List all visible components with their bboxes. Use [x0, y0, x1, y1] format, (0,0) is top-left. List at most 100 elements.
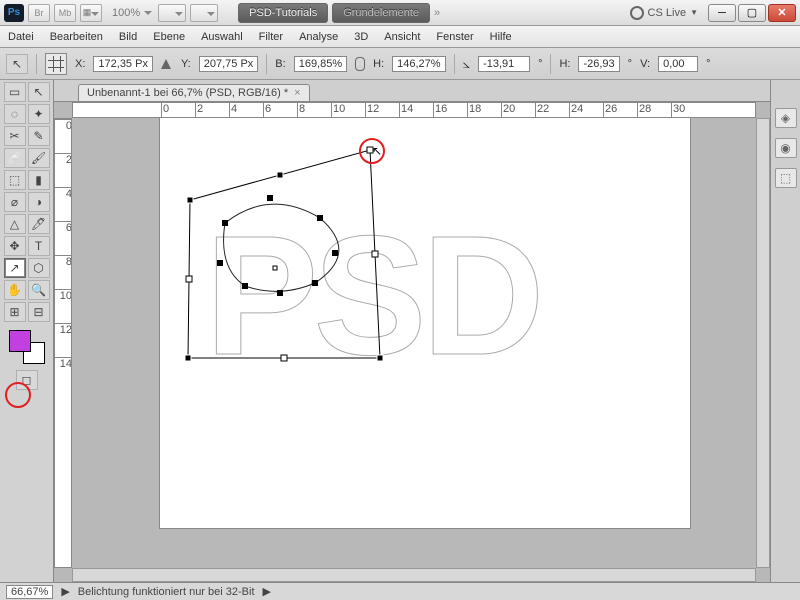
tool-8[interactable]: ⬚ — [4, 170, 26, 190]
highlight-circle-toolbox — [5, 382, 31, 408]
v-field[interactable]: 0,00 — [658, 56, 698, 72]
tool-6[interactable]: 🩹 — [4, 148, 26, 168]
options-bar: ↖ X: 172,35 Px Y: 207,75 Px B: 169,85% H… — [0, 48, 800, 80]
layers-panel-icon[interactable]: ◈ — [775, 108, 797, 128]
workspace-tab-psd[interactable]: PSD-Tutorials — [238, 3, 328, 23]
screenmode-dropdown[interactable] — [190, 4, 218, 22]
handle[interactable] — [281, 355, 288, 362]
angle-field[interactable]: -13,91 — [478, 56, 530, 72]
tool-3[interactable]: ✦ — [28, 104, 50, 124]
scrollbar-horizontal[interactable] — [72, 568, 756, 582]
menu-filter[interactable]: Filter — [259, 31, 283, 43]
menu-bar: Datei Bearbeiten Bild Ebene Auswahl Filt… — [0, 26, 800, 48]
v-label: V: — [640, 58, 650, 70]
w-field[interactable]: 169,85% — [294, 56, 347, 72]
ruler-vertical[interactable]: 02468101214 — [54, 118, 72, 568]
tool-13[interactable]: 🖊 — [28, 214, 50, 234]
channels-panel-icon[interactable]: ◉ — [775, 138, 797, 158]
menu-hilfe[interactable]: Hilfe — [490, 31, 512, 43]
anchor[interactable] — [222, 220, 228, 226]
tool-10[interactable]: ⌀ — [4, 192, 26, 212]
anchor[interactable] — [267, 195, 273, 201]
handle[interactable] — [187, 197, 194, 204]
menu-bild[interactable]: Bild — [119, 31, 137, 43]
h-field[interactable]: 146,27% — [392, 56, 445, 72]
anchor[interactable] — [217, 260, 223, 266]
arrange-dropdown[interactable] — [158, 4, 186, 22]
tool-2[interactable]: ◌ — [4, 104, 26, 124]
path-overlay — [160, 118, 690, 528]
status-message: Belichtung funktioniert nur bei 32-Bit — [78, 586, 255, 598]
tool-0[interactable]: ▭ — [4, 82, 26, 102]
anchor[interactable] — [317, 215, 323, 221]
maximize-button[interactable]: ▢ — [738, 4, 766, 22]
zoom-field[interactable]: 66,67% — [6, 585, 53, 599]
anchor[interactable] — [242, 283, 248, 289]
tool-18[interactable]: ✋ — [4, 280, 26, 300]
zoom-dropdown[interactable]: 100% — [106, 4, 154, 22]
h2-field[interactable]: -26,93 — [578, 56, 619, 72]
menu-fenster[interactable]: Fenster — [436, 31, 473, 43]
close-tab-icon[interactable]: × — [294, 87, 300, 99]
handle[interactable] — [372, 251, 379, 258]
tool-9[interactable]: ▮ — [28, 170, 50, 190]
color-swatches[interactable] — [9, 330, 45, 364]
handle[interactable] — [377, 355, 384, 362]
workspace-more[interactable]: » — [434, 7, 440, 19]
y-field[interactable]: 207,75 Px — [199, 56, 259, 72]
reference-point-icon[interactable] — [45, 53, 67, 75]
minibridge-button[interactable]: Mb — [54, 4, 76, 22]
view-mode-dropdown[interactable]: ▦ — [80, 4, 102, 22]
tool-4[interactable]: ✂ — [4, 126, 26, 146]
workspace-tab-grundelemente[interactable]: Grundelemente — [332, 3, 430, 23]
document-tab[interactable]: Unbenannt-1 bei 66,7% (PSD, RGB/16) * × — [78, 84, 310, 101]
anchor[interactable] — [312, 280, 318, 286]
tool-17[interactable]: ⬡ — [28, 258, 50, 278]
x-label: X: — [75, 58, 85, 70]
center-pivot[interactable] — [273, 266, 278, 271]
menu-ebene[interactable]: Ebene — [153, 31, 185, 43]
menu-datei[interactable]: Datei — [8, 31, 34, 43]
tool-21[interactable]: ⊟ — [28, 302, 50, 322]
handle[interactable] — [186, 276, 193, 283]
handle[interactable] — [185, 355, 192, 362]
anchor[interactable] — [332, 250, 338, 256]
scrollbar-vertical[interactable] — [756, 118, 770, 568]
menu-3d[interactable]: 3D — [354, 31, 368, 43]
canvas-viewport[interactable]: PSD — [72, 118, 756, 568]
canvas[interactable]: PSD — [160, 118, 690, 528]
cs-live[interactable]: CS Live ▼ — [630, 6, 698, 20]
anchor[interactable] — [277, 290, 283, 296]
x-field[interactable]: 172,35 Px — [93, 56, 153, 72]
toolbox: ▭↖◌✦✂✎🩹🖌⬚▮⌀◑△🖊✥T↗⬡✋🔍⊞⊟ ◻ — [0, 80, 54, 582]
foreground-color[interactable] — [9, 330, 31, 352]
paths-panel-icon[interactable]: ⬚ — [775, 168, 797, 188]
status-play-icon[interactable]: ▶ — [61, 585, 69, 598]
handle[interactable] — [277, 172, 284, 179]
deg3: ° — [706, 58, 710, 70]
tool-11[interactable]: ◑ — [28, 192, 50, 212]
menu-analyse[interactable]: Analyse — [299, 31, 338, 43]
status-arrow-icon[interactable]: ▶ — [263, 585, 271, 598]
tool-19[interactable]: 🔍 — [28, 280, 50, 300]
tool-15[interactable]: T — [28, 236, 50, 256]
status-bar: 66,67% ▶ Belichtung funktioniert nur bei… — [0, 582, 800, 600]
minimize-button[interactable]: ─ — [708, 4, 736, 22]
delta-icon — [161, 59, 171, 69]
menu-bearbeiten[interactable]: Bearbeiten — [50, 31, 103, 43]
ruler-horizontal[interactable]: 024681012141618202224262830 — [72, 102, 756, 118]
tool-preset[interactable]: ↖ — [6, 54, 28, 74]
menu-ansicht[interactable]: Ansicht — [384, 31, 420, 43]
panel-dock: ◈ ◉ ⬚ — [770, 80, 800, 582]
link-icon[interactable] — [355, 57, 365, 71]
close-button[interactable]: ✕ — [768, 4, 796, 22]
tool-12[interactable]: △ — [4, 214, 26, 234]
tool-20[interactable]: ⊞ — [4, 302, 26, 322]
menu-auswahl[interactable]: Auswahl — [201, 31, 243, 43]
bridge-button[interactable]: Br — [28, 4, 50, 22]
tool-5[interactable]: ✎ — [28, 126, 50, 146]
tool-14[interactable]: ✥ — [4, 236, 26, 256]
tool-16[interactable]: ↗ — [4, 258, 26, 278]
tool-7[interactable]: 🖌 — [28, 148, 50, 168]
tool-1[interactable]: ↖ — [28, 82, 50, 102]
